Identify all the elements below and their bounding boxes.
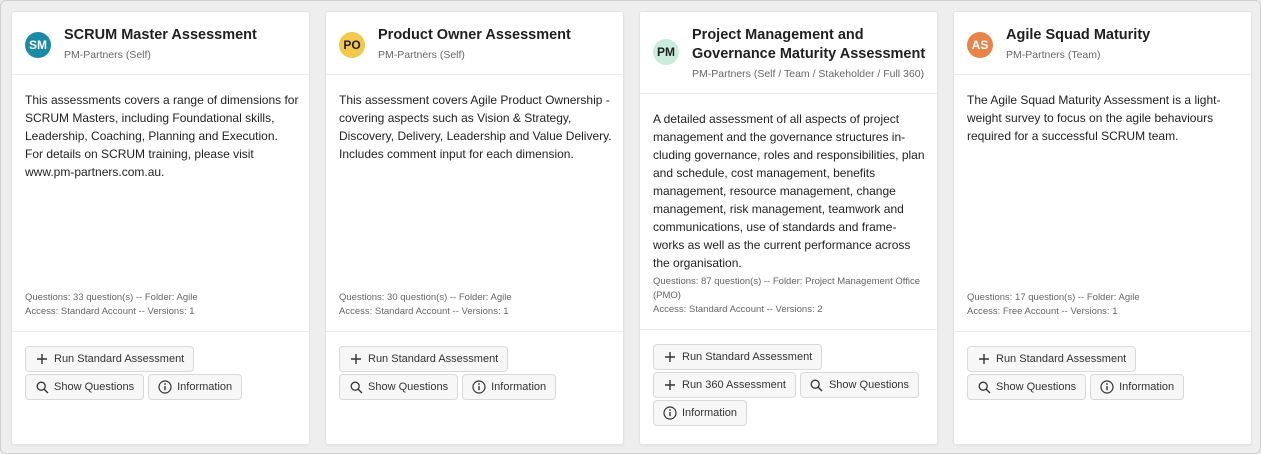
plus-icon — [977, 352, 991, 366]
button-label: Run Standard Assessment — [682, 351, 813, 363]
run-standard-assessment-button[interactable]: Run Standard Assessment — [653, 344, 823, 370]
meta-access-versions: Access: Standard Account -- Versions: 1 — [339, 306, 509, 317]
button-label: Information — [682, 407, 738, 419]
card-description: A detailed assessment of all aspects of … — [653, 112, 925, 270]
avatar: SM — [25, 32, 51, 58]
information-button[interactable]: Information — [653, 400, 748, 426]
button-label: Show Questions — [996, 381, 1077, 393]
button-label: Run Standard Assessment — [368, 353, 499, 365]
information-button[interactable]: Information — [1090, 374, 1185, 400]
card-body: A detailed assessment of all aspects of … — [640, 94, 937, 330]
assessment-card-scrum-master: SM SCRUM Master Assessment PM-Partners (… — [11, 11, 310, 445]
button-label: Run Standard Assessment — [54, 353, 185, 365]
card-description: This assessments covers a range of dimen… — [25, 93, 299, 179]
card-header: PM Project Management and Governance Mat… — [640, 12, 937, 94]
card-header: SM SCRUM Master Assessment PM-Partners (… — [12, 12, 309, 75]
info-icon — [472, 380, 486, 394]
search-icon — [349, 380, 363, 394]
card-header: PO Product Owner Assessment PM-Partners … — [326, 12, 623, 75]
avatar: AS — [967, 32, 993, 58]
search-icon — [35, 380, 49, 394]
card-meta: Questions: 30 question(s) -- Folder: Agi… — [339, 291, 615, 319]
button-label: Run 360 Assessment — [682, 379, 786, 391]
search-icon — [810, 378, 824, 392]
card-meta: Questions: 17 question(s) -- Folder: Agi… — [967, 291, 1243, 319]
card-title[interactable]: Agile Squad Maturity — [1006, 26, 1241, 45]
button-label: Information — [177, 381, 233, 393]
run-standard-assessment-button[interactable]: Run Standard Assessment — [967, 346, 1137, 372]
meta-questions-folder: Questions: 17 question(s) -- Folder: Agi… — [967, 292, 1140, 303]
card-meta: Questions: 33 question(s) -- Folder: Agi… — [25, 291, 301, 319]
catalog-panel: SM SCRUM Master Assessment PM-Partners (… — [0, 0, 1261, 454]
card-subtitle: PM-Partners (Team) — [1006, 49, 1101, 61]
card-subtitle: PM-Partners (Self) — [378, 49, 465, 61]
card-actions: Run Standard Assessment Show Questions I… — [326, 332, 623, 444]
card-actions: Run Standard Assessment Show Questions I… — [954, 332, 1251, 444]
card-body: This assessment covers Agile Product Own… — [326, 75, 623, 332]
show-questions-button[interactable]: Show Questions — [799, 372, 920, 398]
card-meta: Questions: 87 question(s) -- Folder: Pro… — [653, 275, 929, 317]
card-title[interactable]: Product Owner Assessment — [378, 26, 613, 45]
show-questions-button[interactable]: Show Questions — [967, 374, 1087, 400]
card-title[interactable]: Project Management and Governance Maturi… — [692, 26, 927, 64]
search-icon — [977, 380, 991, 394]
plus-icon — [663, 378, 677, 392]
card-actions: Run Standard Assessment Show Questions I… — [12, 332, 309, 444]
run-standard-assessment-button[interactable]: Run Standard Assessment — [25, 346, 195, 372]
meta-access-versions: Access: Standard Account -- Versions: 1 — [25, 306, 195, 317]
run-standard-assessment-button[interactable]: Run Standard Assessment — [339, 346, 509, 372]
information-button[interactable]: Information — [462, 374, 557, 400]
card-header: AS Agile Squad Maturity PM-Partners (Tea… — [954, 12, 1251, 75]
button-label: Show Questions — [368, 381, 449, 393]
button-label: Run Standard Assessment — [996, 353, 1127, 365]
information-button[interactable]: Information — [148, 374, 243, 400]
info-icon — [1100, 380, 1114, 394]
plus-icon — [35, 352, 49, 366]
button-label: Show Questions — [54, 381, 135, 393]
info-icon — [663, 406, 677, 420]
card-description: This assessment covers Agile Product Own… — [339, 93, 612, 161]
card-subtitle: PM-Partners (Self) — [64, 49, 151, 61]
show-questions-button[interactable]: Show Questions — [339, 374, 459, 400]
meta-questions-folder: Questions: 33 question(s) -- Folder: Agi… — [25, 292, 198, 303]
button-label: Information — [1119, 381, 1175, 393]
avatar: PM — [653, 39, 679, 65]
card-subtitle: PM-Partners (Self / Team / Stakeholder /… — [692, 68, 925, 80]
button-label: Information — [491, 381, 547, 393]
meta-questions-folder: Questions: 30 question(s) -- Folder: Agi… — [339, 292, 512, 303]
assessment-card-product-owner: PO Product Owner Assessment PM-Partners … — [325, 11, 624, 445]
meta-access-versions: Access: Standard Account -- Versions: 2 — [653, 304, 823, 315]
avatar: PO — [339, 32, 365, 58]
plus-icon — [663, 350, 677, 364]
card-body: The Agile Squad Maturity Assessment is a… — [954, 75, 1251, 332]
card-actions: Run Standard Assessment Run 360 Assessme… — [640, 330, 937, 444]
plus-icon — [349, 352, 363, 366]
info-icon — [158, 380, 172, 394]
assessment-card-project-management: PM Project Management and Governance Mat… — [639, 11, 938, 445]
assessment-card-agile-squad: AS Agile Squad Maturity PM-Partners (Tea… — [953, 11, 1252, 445]
card-title[interactable]: SCRUM Master Assessment — [64, 26, 299, 45]
show-questions-button[interactable]: Show Questions — [25, 374, 145, 400]
card-body: This assessments covers a range of dimen… — [12, 75, 309, 332]
meta-questions-folder: Questions: 87 question(s) -- Folder: Pro… — [653, 276, 921, 301]
card-description: The Agile Squad Maturity Assessment is a… — [967, 93, 1221, 143]
meta-access-versions: Access: Free Account -- Versions: 1 — [967, 306, 1118, 317]
button-label: Show Questions — [828, 379, 910, 391]
run-360-assessment-button[interactable]: Run 360 Assessment — [653, 372, 796, 398]
